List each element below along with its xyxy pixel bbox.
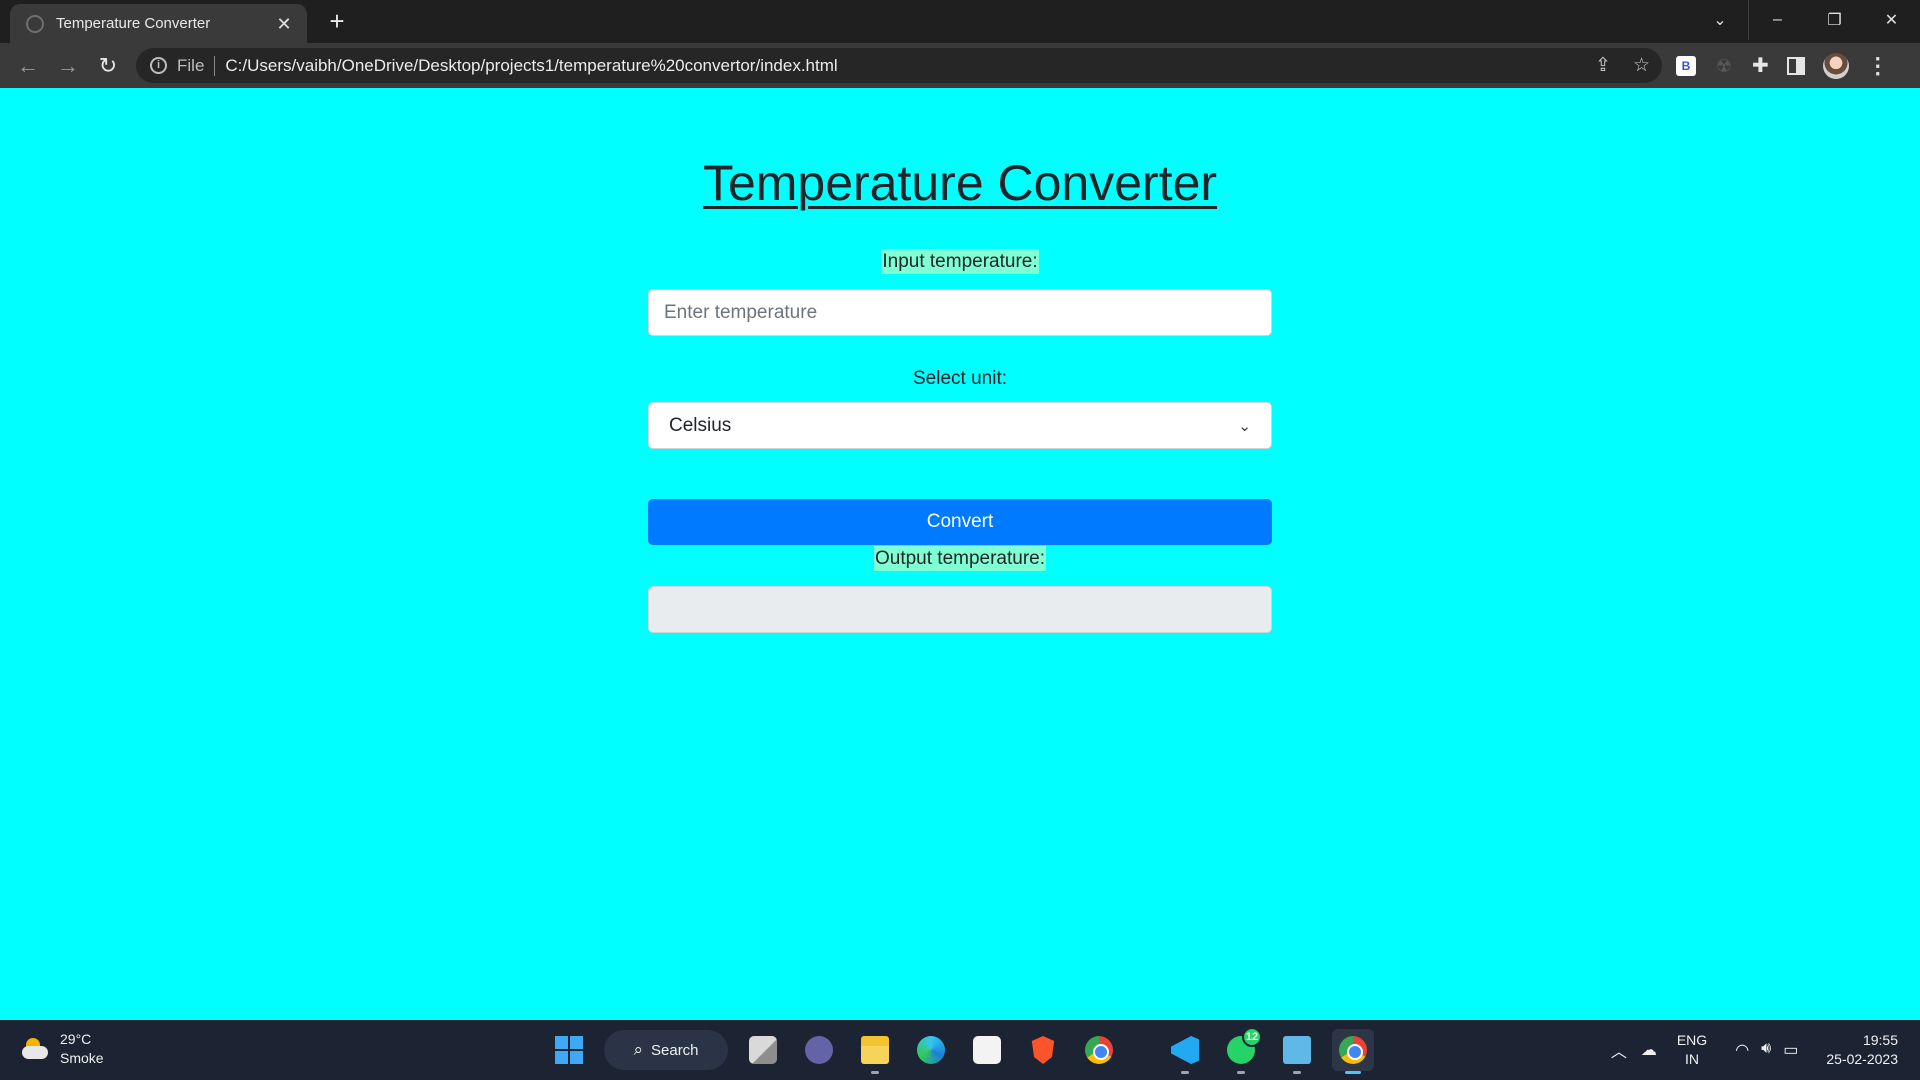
select-unit-label: Select unit: (913, 368, 1007, 389)
browser-tab[interactable]: Temperature Converter ✕ (10, 4, 307, 43)
minimize-button[interactable]: – (1749, 0, 1806, 40)
notepad-button[interactable] (1276, 1029, 1318, 1074)
share-icon[interactable]: ⇪ (1595, 54, 1611, 77)
extensions-puzzle-icon[interactable]: ✚ (1752, 53, 1769, 78)
chevron-up-icon[interactable]: ︿ (1611, 1038, 1627, 1062)
forward-button[interactable]: → (52, 50, 84, 82)
output-field (648, 586, 1272, 633)
language-code: ENG (1676, 1032, 1708, 1048)
start-button[interactable] (548, 1029, 590, 1071)
url-text[interactable]: C:/Users/vaibh/OneDrive/Desktop/projects… (225, 56, 837, 76)
taskbar-search-label: Search (651, 1041, 699, 1059)
store-icon (973, 1036, 1001, 1064)
edge-icon (917, 1036, 945, 1064)
notification-badge: 12 (1242, 1027, 1262, 1047)
quick-settings[interactable]: ◠ 🔊︎ ▭ (1735, 1040, 1798, 1060)
convert-button[interactable]: Convert (648, 499, 1272, 545)
chrome-icon (1339, 1036, 1367, 1064)
input-label-row: Input temperature: (648, 249, 1272, 274)
output-label-row: Output temperature: (648, 546, 1272, 571)
weather-temperature: 29°C (60, 1031, 92, 1047)
brave-button[interactable] (1022, 1029, 1064, 1071)
unit-select-value: Celsius (669, 414, 732, 436)
browser-toolbar: ← → ↻ i File C:/Users/vaibh/OneDrive/Des… (0, 43, 1920, 88)
close-window-button[interactable]: ✕ (1863, 0, 1920, 40)
store-button[interactable] (966, 1029, 1008, 1071)
tab-title: Temperature Converter (56, 15, 211, 32)
input-temperature-label: Input temperature: (881, 249, 1039, 274)
output-temperature-label: Output temperature: (873, 546, 1047, 571)
task-view-button[interactable] (742, 1029, 784, 1071)
extension-b-icon[interactable]: B (1676, 55, 1696, 76)
folder-icon (861, 1036, 889, 1064)
temperature-input[interactable]: Enter temperature (648, 289, 1272, 336)
close-icon: ✕ (1884, 12, 1899, 29)
partly-cloudy-icon (22, 1038, 50, 1060)
task-view-icon (749, 1036, 777, 1064)
brave-lion-icon (1031, 1036, 1055, 1064)
weather-widget[interactable]: 29°C Smoke (22, 1030, 104, 1068)
web-page: Temperature Converter Input temperature:… (0, 88, 1920, 1020)
clock-time: 19:55 (1862, 1032, 1898, 1048)
window-controls: ⌄ – ❐ ✕ (1692, 0, 1920, 40)
clock[interactable]: 19:55 25-02-2023 (1826, 1031, 1898, 1069)
chevron-down-icon: ⌄ (1238, 417, 1251, 435)
url-scheme-label: File (177, 55, 216, 76)
new-tab-button[interactable]: + (322, 6, 352, 36)
system-tray: ︿ ☁ ENG IN ◠ 🔊︎ ▭ 19:55 25-02-2023 (1611, 1020, 1920, 1080)
teams-chat-icon (805, 1036, 833, 1064)
reload-button[interactable]: ↻ (92, 50, 124, 82)
wifi-icon: ◠ (1735, 1042, 1750, 1059)
battery-icon: ▭ (1783, 1042, 1799, 1059)
chrome-active-button[interactable] (1332, 1029, 1374, 1074)
minimize-icon: – (1773, 11, 1782, 28)
close-tab-icon[interactable]: ✕ (275, 15, 293, 33)
weather-description: Smoke (60, 1050, 104, 1066)
onedrive-cloud-icon[interactable]: ☁ (1641, 1040, 1657, 1060)
bookmark-star-icon[interactable]: ☆ (1633, 54, 1650, 77)
chevron-down-icon: ⌄ (1713, 12, 1727, 29)
windows-logo-icon (555, 1036, 583, 1064)
profile-avatar[interactable] (1822, 52, 1849, 79)
arrow-right-icon: → (57, 53, 79, 78)
address-bar[interactable]: i File C:/Users/vaibh/OneDrive/Desktop/p… (136, 48, 1662, 83)
search-icon: ⌕ (633, 1040, 643, 1059)
extensions-area: B ☢ ✚ ⋮ (1676, 48, 1889, 83)
whatsapp-button[interactable]: 12 (1220, 1027, 1262, 1074)
taskbar-search[interactable]: ⌕ Search (604, 1030, 728, 1070)
taskbar-apps: ⌕ Search 12 (548, 1027, 1374, 1074)
language-indicator[interactable]: ENG IN (1677, 1031, 1707, 1069)
info-icon[interactable]: i (150, 57, 167, 74)
page-title: Temperature Converter (702, 155, 1218, 211)
temperature-input-placeholder: Enter temperature (664, 301, 818, 323)
extension-ghost-icon[interactable]: ☢ (1714, 56, 1734, 76)
chrome-icon (1085, 1036, 1113, 1064)
convert-button-label: Convert (926, 511, 994, 532)
volume-icon: 🔊︎ (1761, 1040, 1772, 1057)
chrome-pinned-button[interactable] (1078, 1029, 1120, 1071)
reload-icon: ↻ (98, 53, 118, 78)
restore-button[interactable]: ❐ (1806, 0, 1863, 40)
unit-label-row: Select unit: (648, 368, 1272, 390)
globe-icon (26, 14, 44, 33)
menu-dots-icon[interactable]: ⋮ (1867, 53, 1889, 79)
edge-button[interactable] (910, 1029, 952, 1071)
file-explorer-button[interactable] (854, 1029, 896, 1074)
region-code: IN (1685, 1051, 1700, 1067)
arrow-left-icon: ← (17, 53, 39, 78)
browser-tab-bar: Temperature Converter ✕ + ⌄ – ❐ ✕ (0, 0, 1920, 43)
windows-taskbar: 29°C Smoke ⌕ Search 12 ︿ ☁ ENG IN ◠ 🔊︎ ▭… (0, 1020, 1920, 1080)
vscode-button[interactable] (1164, 1029, 1206, 1074)
vscode-icon (1171, 1036, 1199, 1064)
tab-search-button[interactable]: ⌄ (1692, 0, 1749, 40)
notepad-icon (1283, 1036, 1311, 1064)
restore-icon: ❐ (1827, 12, 1842, 29)
side-panel-icon[interactable] (1786, 56, 1805, 75)
unit-select[interactable]: Celsius ⌄ (648, 402, 1272, 449)
back-button[interactable]: ← (12, 50, 44, 82)
teams-button[interactable] (798, 1029, 840, 1071)
clock-date: 25-02-2023 (1826, 1051, 1898, 1067)
